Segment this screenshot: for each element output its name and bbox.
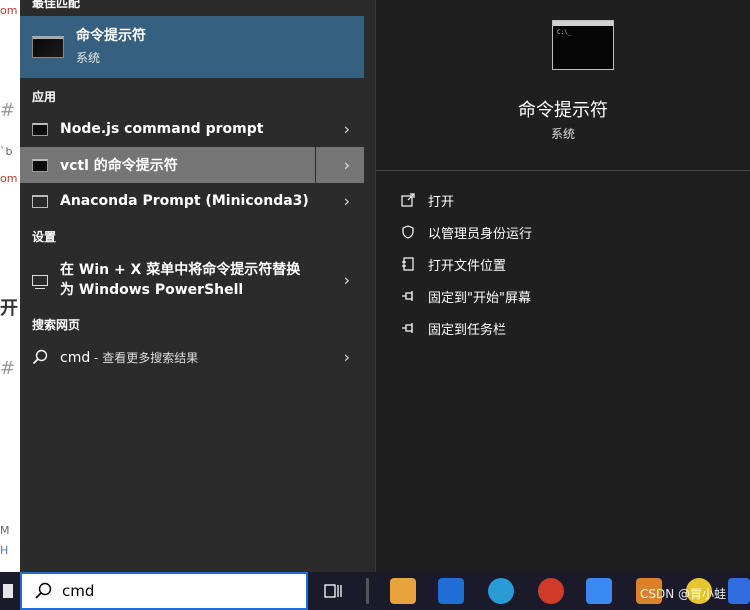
display-settings-icon <box>32 274 48 289</box>
bg-fragment: # <box>0 358 16 379</box>
action-label: 打开文件位置 <box>428 258 507 274</box>
mail-icon[interactable] <box>728 578 750 604</box>
command-prompt-icon <box>32 36 64 58</box>
bg-fragment: # <box>0 100 16 121</box>
result-detail-pane: C:\_ 命令提示符 系统 打开 以管理员身份运行 打开文件位置 固定到"开始"… <box>376 0 750 572</box>
action-pin-to-start[interactable]: 固定到"开始"屏幕 <box>398 284 531 308</box>
search-icon <box>32 349 48 365</box>
settings-result-label: 在 Win + X 菜单中将命令提示符替换为 Windows PowerShel… <box>60 262 301 298</box>
app-result-nodejs[interactable]: Node.js command prompt › <box>20 111 364 147</box>
app-result-label: Anaconda Prompt (Miniconda3) <box>60 193 309 209</box>
file-location-icon <box>398 257 418 271</box>
taskbar-search-input[interactable]: cmd <box>20 572 308 610</box>
chrome-browser-icon[interactable] <box>538 578 564 604</box>
terminal-icon <box>32 122 48 136</box>
action-label: 固定到"开始"屏幕 <box>428 290 531 306</box>
best-match-header: 最佳匹配 <box>32 0 81 10</box>
app-icon[interactable] <box>586 578 612 604</box>
pin-icon <box>398 289 418 303</box>
start-menu-search-panel: 最佳匹配 命令提示符 系统 应用 Node.js command prompt … <box>20 0 750 572</box>
bg-fragment: M <box>0 524 10 537</box>
row-divider <box>315 147 316 183</box>
web-search-query: cmd <box>60 349 91 366</box>
action-run-as-admin[interactable]: 以管理员身份运行 <box>398 220 532 244</box>
pin-icon <box>398 321 418 335</box>
app-result-label: Node.js command prompt <box>60 121 264 137</box>
app-result-anaconda[interactable]: Anaconda Prompt (Miniconda3) › <box>20 183 364 219</box>
app-result-label: vctl 的命令提示符 <box>60 158 178 174</box>
taskbar: cmd CSDN @胃小蛙 <box>0 572 750 610</box>
action-pin-to-taskbar[interactable]: 固定到任务栏 <box>398 316 506 340</box>
action-label: 固定到任务栏 <box>428 322 507 338</box>
command-prompt-large-icon: C:\_ <box>552 20 614 70</box>
admin-shield-icon <box>398 225 418 239</box>
bg-fragment: 开 <box>0 298 18 319</box>
bg-fragment: `b <box>0 145 13 158</box>
terminal-icon <box>32 158 48 172</box>
web-search-header: 搜索网页 <box>32 318 81 332</box>
outlook-icon[interactable] <box>438 578 464 604</box>
bg-fragment: H <box>0 544 9 557</box>
best-match-subtitle: 系统 <box>76 51 101 65</box>
detail-subtitle: 系统 <box>550 127 575 141</box>
action-label: 打开 <box>428 194 455 210</box>
chevron-right-icon[interactable]: › <box>344 348 350 367</box>
settings-result[interactable]: 在 Win + X 菜单中将命令提示符替换为 Windows PowerShel… <box>20 256 364 304</box>
open-icon <box>398 193 418 207</box>
apps-header: 应用 <box>32 90 57 104</box>
bg-fragment: om <box>0 4 18 17</box>
edge-browser-icon[interactable] <box>488 578 514 604</box>
bg-fragment: om <box>0 172 18 185</box>
search-results-list: 最佳匹配 命令提示符 系统 应用 Node.js command prompt … <box>20 0 376 572</box>
settings-header: 设置 <box>32 230 57 244</box>
best-match-result[interactable]: 命令提示符 系统 <box>20 16 364 78</box>
web-search-suffix: - 查看更多搜索结果 <box>90 350 199 365</box>
chevron-right-icon[interactable]: › <box>344 271 350 290</box>
chevron-right-icon[interactable]: › <box>344 192 350 211</box>
watermark-text: CSDN @胃小蛙 <box>640 587 727 601</box>
web-search-result[interactable]: cmd - 查看更多搜索结果 › <box>20 340 364 374</box>
file-explorer-icon[interactable] <box>390 578 416 604</box>
action-label: 以管理员身份运行 <box>428 226 533 242</box>
detail-title: 命令提示符 <box>518 100 608 121</box>
search-icon <box>35 582 52 599</box>
search-query-text: cmd <box>62 582 95 600</box>
start-button[interactable] <box>0 572 20 610</box>
action-open[interactable]: 打开 <box>398 188 454 212</box>
best-match-title: 命令提示符 <box>76 28 146 44</box>
anaconda-prompt-icon <box>32 194 48 208</box>
app-result-vctl[interactable]: vctl 的命令提示符 › <box>20 147 364 183</box>
taskbar-separator <box>366 578 369 604</box>
chevron-right-icon[interactable]: › <box>344 156 350 175</box>
chevron-right-icon[interactable]: › <box>344 120 350 139</box>
background-document: om # `b om 开 # M H <box>0 0 20 572</box>
detail-divider <box>376 170 750 171</box>
task-view-icon[interactable] <box>320 578 346 604</box>
action-open-file-location[interactable]: 打开文件位置 <box>398 252 506 276</box>
